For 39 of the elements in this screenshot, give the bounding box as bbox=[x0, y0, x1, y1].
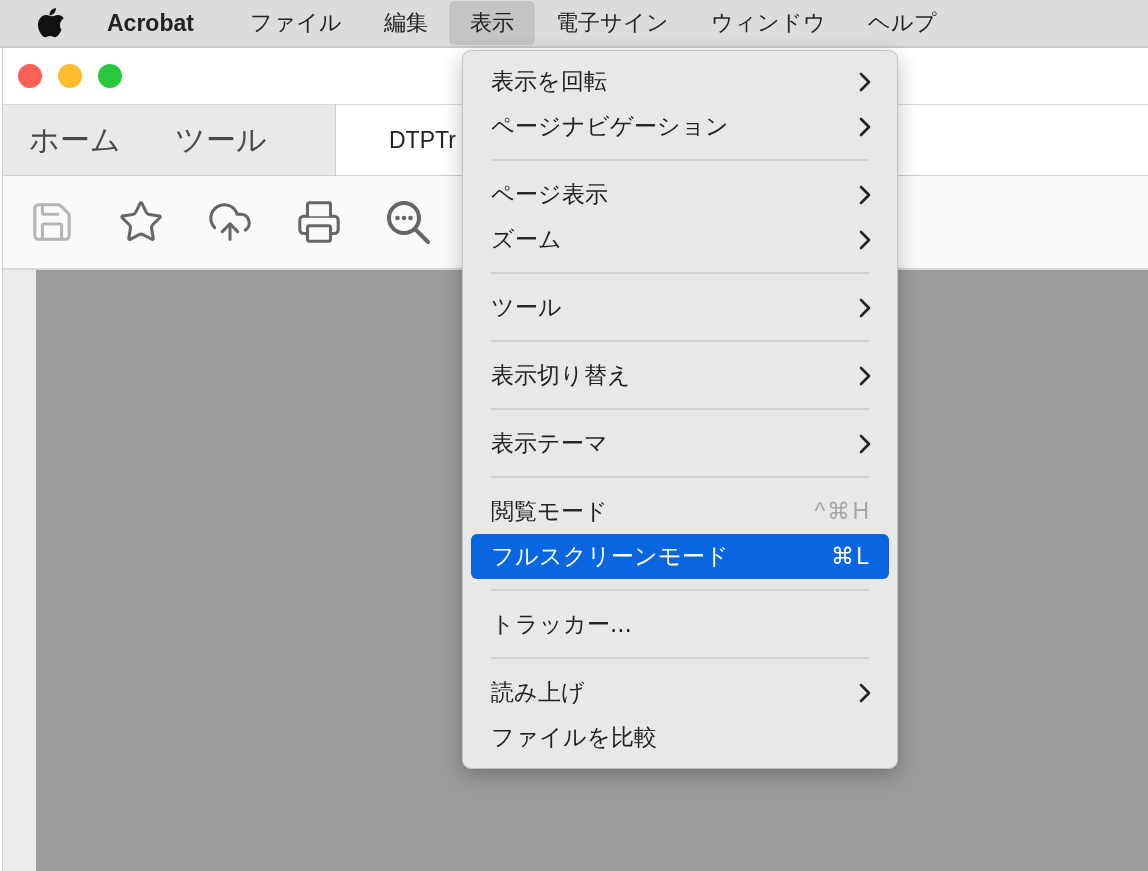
menu-item-label: フルスクリーンモード bbox=[491, 542, 729, 571]
menu-item-label: ページ表示 bbox=[491, 180, 608, 209]
menu-bar-item[interactable]: ウィンドウ bbox=[689, 1, 847, 45]
menu-bar-item[interactable]: Acrobat bbox=[86, 1, 215, 45]
menu-bar-item[interactable]: 電子サイン bbox=[534, 1, 690, 45]
menu-item[interactable]: ツール bbox=[471, 285, 889, 330]
menu-item[interactable]: フルスクリーンモード ⌘L bbox=[471, 534, 889, 579]
menu-item[interactable]: 閲覧モード ^⌘H bbox=[471, 489, 889, 534]
menu-item[interactable]: ページ表示 bbox=[471, 172, 889, 217]
menu-item-label: ズーム bbox=[491, 225, 562, 254]
menu-item[interactable]: 読み上げ bbox=[471, 670, 889, 715]
menu-item-label: ページナビゲーション bbox=[491, 112, 729, 141]
search-icon[interactable] bbox=[385, 199, 431, 245]
menu-item[interactable]: ファイルを比較 bbox=[471, 715, 889, 760]
menu-item[interactable]: ズーム bbox=[471, 217, 889, 262]
menu-bar-item[interactable]: 表示 bbox=[448, 1, 535, 45]
menu-item-label: トラッカー... bbox=[491, 610, 632, 639]
tab[interactable]: ツール bbox=[175, 119, 267, 161]
menu-item-label: 読み上げ bbox=[491, 678, 585, 707]
print-icon[interactable] bbox=[296, 199, 342, 245]
menu-item-label: ツール bbox=[491, 293, 562, 322]
menu-item[interactable]: ページナビゲーション bbox=[471, 104, 889, 149]
menu-item-label: ファイルを比較 bbox=[491, 723, 657, 752]
menu-item[interactable]: トラッカー... bbox=[471, 602, 889, 647]
menu-bar-item[interactable]: ファイル bbox=[228, 1, 363, 45]
menu-item-label: 表示を回転 bbox=[491, 67, 607, 96]
menu-item[interactable]: 表示を回転 bbox=[471, 59, 889, 104]
menu-bar-item[interactable]: 編集 bbox=[362, 1, 449, 45]
menu-item[interactable]: 表示テーマ bbox=[471, 421, 889, 466]
shortcut-label: ⌘L bbox=[831, 543, 871, 570]
menu-item-label: 表示テーマ bbox=[491, 429, 608, 458]
menu-item-label: 表示切り替え bbox=[491, 361, 631, 390]
menu-item-label: 閲覧モード bbox=[491, 497, 608, 526]
shortcut-label: ^⌘H bbox=[814, 498, 871, 525]
tab[interactable]: ホーム bbox=[29, 119, 121, 161]
apple-logo-icon[interactable] bbox=[38, 8, 64, 38]
close-button[interactable] bbox=[18, 64, 42, 88]
menu-item[interactable]: 表示切り替え bbox=[471, 353, 889, 398]
menu-bar-item[interactable]: ヘルプ bbox=[846, 1, 958, 45]
